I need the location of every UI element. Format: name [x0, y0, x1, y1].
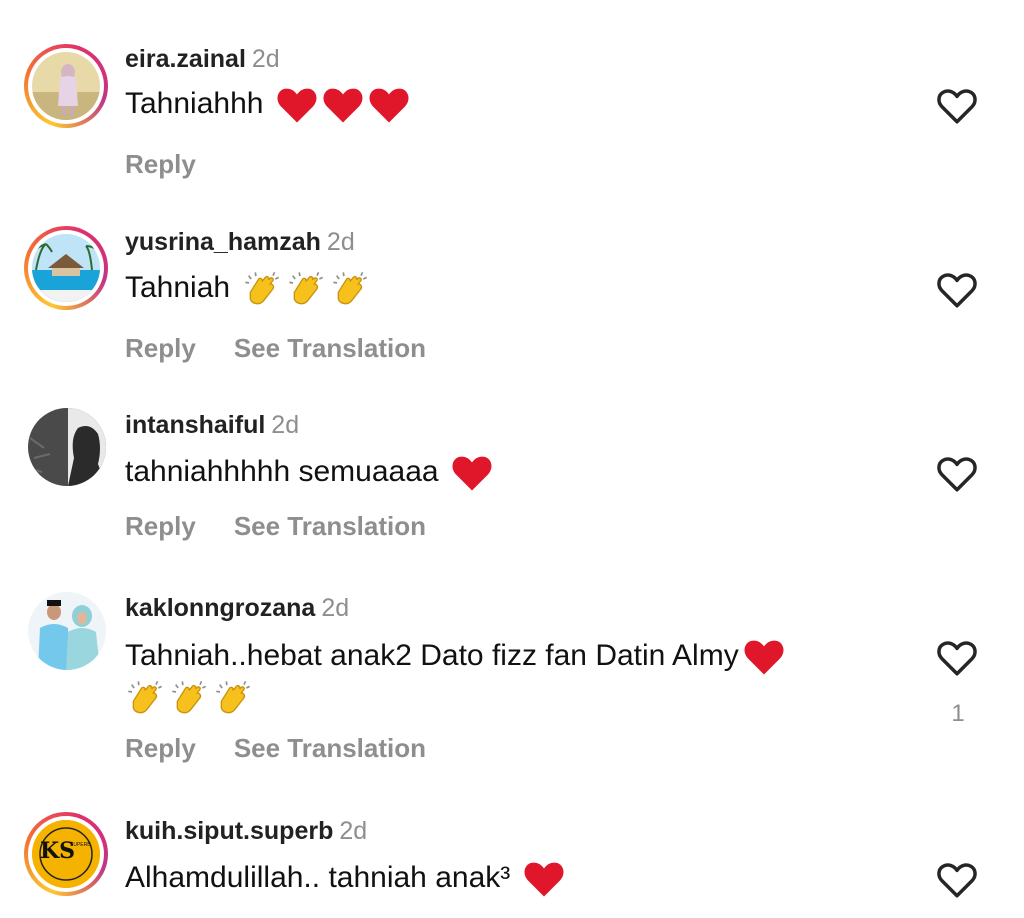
clap-emoji [286, 269, 326, 309]
reply-button[interactable]: Reply [125, 733, 196, 763]
heart-emoji [523, 859, 565, 899]
clap-emoji [242, 269, 282, 309]
comment-actions: Reply See Translation [125, 732, 426, 764]
timestamp: 2d [321, 594, 350, 622]
username[interactable]: yusrina_hamzah [125, 228, 321, 256]
comment-header: intanshaiful 2d [125, 410, 299, 440]
username[interactable]: eira.zainal [125, 45, 246, 73]
comment-body: Tahniah [125, 271, 231, 304]
clap-emoji [169, 678, 209, 718]
comment-text: Tahniahhh [125, 84, 915, 125]
avatar[interactable] [28, 592, 106, 670]
timestamp: 2d [326, 228, 355, 256]
comment-actions: Reply See Translation [125, 510, 426, 542]
comment-text: Tahniah [125, 268, 915, 309]
avatar[interactable]: KS SUPERB [24, 812, 108, 896]
heart-outline-icon[interactable] [936, 86, 978, 126]
comment-header: eira.zainal 2d [125, 44, 280, 74]
reply-button[interactable]: Reply [125, 333, 196, 363]
logo-small-text: SUPERB [70, 842, 91, 848]
comment-text: tahniahhhhh semuaaaa [125, 452, 915, 493]
avatar[interactable] [24, 226, 108, 310]
username[interactable]: intanshaiful [125, 411, 265, 439]
comment-header: kuih.siput.superb 2d [125, 816, 367, 846]
clap-emoji [213, 678, 253, 718]
comment-text: Alhamdulillah.. tahniah anak³ [125, 858, 915, 899]
see-translation-button[interactable]: See Translation [234, 511, 426, 541]
heart-outline-icon[interactable] [936, 638, 978, 678]
heart-outline-icon[interactable] [936, 270, 978, 310]
heart-emoji [322, 85, 364, 125]
heart-emoji [276, 85, 318, 125]
comment-actions: Reply See Translation [125, 332, 426, 364]
comment-body: Alhamdulillah.. tahniah anak³ [125, 861, 511, 894]
comment-actions: Reply [125, 148, 196, 180]
timestamp: 2d [251, 45, 280, 73]
comment-header: yusrina_hamzah 2d [125, 227, 355, 257]
comment-header: kaklonngrozana 2d [125, 593, 349, 623]
reply-button[interactable]: Reply [125, 149, 196, 179]
avatar[interactable] [24, 44, 108, 128]
heart-outline-icon[interactable] [936, 454, 978, 494]
username[interactable]: kaklonngrozana [125, 594, 315, 622]
heart-emoji [368, 85, 410, 125]
clap-emoji [330, 269, 370, 309]
see-translation-button[interactable]: See Translation [234, 733, 426, 763]
see-translation-button[interactable]: See Translation [234, 333, 426, 363]
timestamp: 2d [271, 411, 300, 439]
comment-body: tahniahhhhh semuaaaa [125, 455, 439, 488]
reply-button[interactable]: Reply [125, 511, 196, 541]
comment-body: Tahniah..hebat anak2 Dato fizz fan Datin… [125, 639, 739, 672]
heart-emoji [743, 637, 785, 677]
heart-emoji [451, 453, 493, 493]
comment-text: Tahniah..hebat anak2 Dato fizz fan Datin… [125, 636, 915, 718]
username[interactable]: kuih.siput.superb [125, 817, 333, 845]
like-count: 1 [951, 700, 965, 727]
clap-emoji [125, 678, 165, 718]
heart-outline-icon[interactable] [936, 860, 978, 900]
comment-body: Tahniahhh [125, 87, 264, 120]
timestamp: 2d [339, 817, 368, 845]
avatar[interactable] [28, 408, 106, 486]
